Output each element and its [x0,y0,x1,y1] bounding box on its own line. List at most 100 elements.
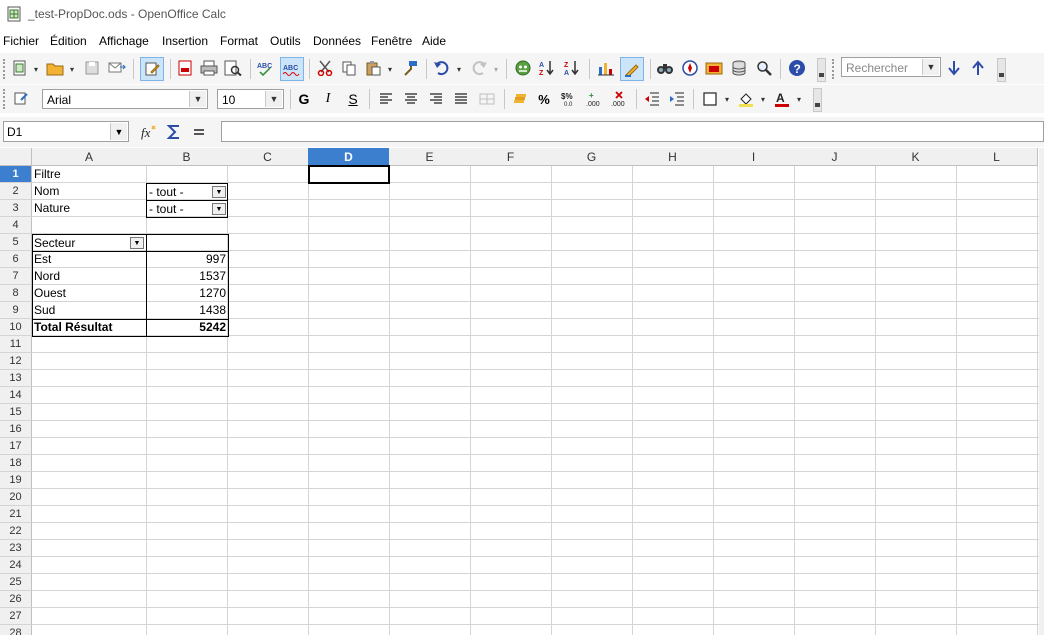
chevron-down-icon[interactable]: ▼ [212,186,226,198]
chevron-down-icon[interactable]: ▾ [70,65,74,74]
row-header-3[interactable]: 3 [0,200,32,217]
navigator-compass-icon[interactable] [680,58,700,78]
row-header-8[interactable]: 8 [0,285,32,302]
row-header-27[interactable]: 27 [0,608,32,625]
chevron-down-icon[interactable]: ▾ [761,95,765,104]
help-icon[interactable]: ? [787,58,807,78]
print-icon[interactable] [199,58,219,78]
find-next-down-icon[interactable] [944,58,964,78]
vertical-scrollbar[interactable] [1039,148,1044,635]
open-folder-icon[interactable] [45,58,65,78]
merge-cells-icon[interactable] [477,89,497,109]
chevron-down-icon[interactable]: ▾ [725,95,729,104]
data-value-cell[interactable]: 997 [146,251,228,268]
align-left-icon[interactable] [376,89,396,109]
column-header-f[interactable]: F [470,148,552,166]
row-header-5[interactable]: 5 [0,234,32,251]
chevron-down-icon[interactable]: ▼ [130,237,144,249]
justify-icon[interactable] [451,89,471,109]
row-header-15[interactable]: 15 [0,404,32,421]
spellcheck-icon[interactable]: ABC [256,58,276,78]
select-all-corner[interactable] [0,148,32,166]
column-header-c[interactable]: C [227,148,309,166]
menu-fichier[interactable]: Fichier [3,34,39,48]
menu-affichage[interactable]: Affichage [99,34,149,48]
row-header-9[interactable]: 9 [0,302,32,319]
toolbar-grip[interactable] [3,89,9,109]
print-preview-icon[interactable] [223,58,243,78]
align-center-icon[interactable] [401,89,421,109]
sort-descending-icon[interactable]: ZA [562,58,582,78]
chevron-down-icon[interactable]: ▼ [922,59,939,75]
total-value-cell[interactable]: 5242 [146,319,228,336]
column-header-l[interactable]: L [956,148,1038,166]
toolbar-grip[interactable] [832,59,838,79]
sum-icon[interactable] [164,122,184,142]
row-header-14[interactable]: 14 [0,387,32,404]
column-header-i[interactable]: I [713,148,795,166]
column-header-b[interactable]: B [146,148,228,166]
row-header-20[interactable]: 20 [0,489,32,506]
clone-formatting-icon[interactable] [400,58,420,78]
filter-label-cell[interactable]: Filtre [32,166,146,183]
column-header-j[interactable]: J [794,148,876,166]
data-sources-icon[interactable] [729,58,749,78]
chevron-down-icon[interactable]: ▼ [265,91,282,107]
menu-aide[interactable]: Aide [422,34,446,48]
chevron-down-icon[interactable]: ▾ [797,95,801,104]
edit-file-icon[interactable] [140,57,164,81]
column-header-a[interactable]: A [32,148,147,166]
new-document-icon[interactable] [10,58,30,78]
column-header-d[interactable]: D [308,148,390,166]
copy-icon[interactable] [339,58,359,78]
chevron-down-icon[interactable]: ▾ [34,65,38,74]
row-header-1[interactable]: 1 [0,166,32,183]
delete-decimal-icon[interactable]: .000 [609,89,629,109]
zoom-icon[interactable] [754,58,774,78]
filter-value-cell[interactable]: - tout - ▼ [146,200,228,218]
font-size-combo[interactable]: 10 ▼ [217,89,284,109]
column-header-g[interactable]: G [551,148,633,166]
paste-icon[interactable] [363,58,383,78]
send-mail-icon[interactable] [107,58,127,78]
toolbar-overflow-button[interactable] [813,88,822,112]
row-header-4[interactable]: 4 [0,217,32,234]
chevron-down-icon[interactable]: ▼ [212,203,226,215]
cell-cursor-d1[interactable] [308,165,390,184]
increase-indent-icon[interactable] [667,89,687,109]
function-wizard-icon[interactable]: fx [139,122,159,142]
column-header-h[interactable]: H [632,148,714,166]
row-header-18[interactable]: 18 [0,455,32,472]
toolbar-grip[interactable] [3,59,9,79]
show-draw-functions-icon[interactable] [620,57,644,81]
row-header-11[interactable]: 11 [0,336,32,353]
underline-button[interactable]: S [343,89,363,109]
insert-chart-icon[interactable] [596,58,616,78]
column-header-e[interactable]: E [389,148,471,166]
font-name-combo[interactable]: Arial ▼ [42,89,208,109]
sort-ascending-icon[interactable]: AZ [537,58,557,78]
bold-button[interactable]: G [294,89,314,109]
formula-equals-icon[interactable] [189,122,209,142]
data-value-cell[interactable]: 1270 [146,285,228,302]
menu-edition[interactable]: Édition [50,34,87,48]
italic-button[interactable]: I [318,89,338,109]
row-header-2[interactable]: 2 [0,183,32,200]
find-previous-up-icon[interactable] [968,58,988,78]
currency-format-icon[interactable] [510,89,530,109]
toolbar-overflow-button[interactable] [817,58,826,82]
find-replace-icon[interactable] [655,58,675,78]
formula-input[interactable] [221,121,1044,142]
gallery-icon[interactable] [704,58,724,78]
background-color-icon[interactable] [736,89,756,109]
row-header-10[interactable]: 10 [0,319,32,336]
row-header-24[interactable]: 24 [0,557,32,574]
menu-insertion[interactable]: Insertion [162,34,208,48]
row-header-23[interactable]: 23 [0,540,32,557]
toolbar-overflow-button[interactable] [997,58,1006,82]
filter-value-cell[interactable]: - tout - ▼ [146,183,228,201]
row-header-7[interactable]: 7 [0,268,32,285]
row-header-22[interactable]: 22 [0,523,32,540]
row-header-26[interactable]: 26 [0,591,32,608]
chevron-down-icon[interactable]: ▼ [110,123,127,140]
